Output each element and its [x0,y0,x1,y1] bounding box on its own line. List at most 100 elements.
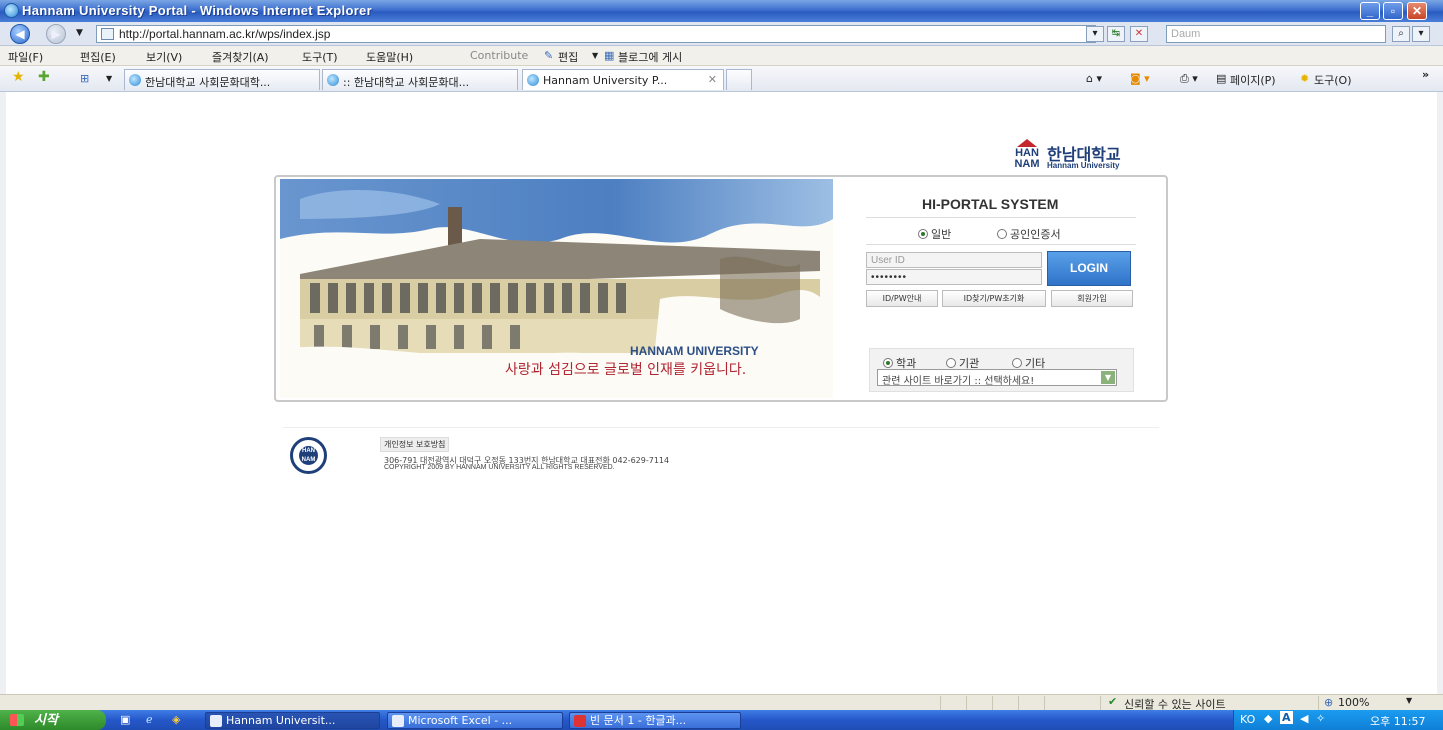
tab-bar: ★ ✚ ⊞ ▼ 한남대학교 사회문화대학... :: 한남대학교 사회문화대..… [0,66,1443,92]
userid-input[interactable]: User ID [866,252,1042,268]
add-favorite-icon[interactable]: ✚ [38,69,50,85]
contribute-edit-button[interactable]: 편집 [558,49,578,65]
tools-gear-icon: ✹ [1300,72,1310,85]
task-excel[interactable]: Microsoft Excel - ... [387,712,563,729]
blog-post-button[interactable]: 블로그에 게시 [618,49,682,65]
check-icon: ✔ [1108,695,1118,708]
ie-quicklaunch-icon[interactable]: ℯ [146,713,153,726]
start-button[interactable]: 시작 [0,710,106,730]
rss-icon[interactable]: ◙ ▾ [1130,72,1150,85]
window-titlebar: Hannam University Portal - Windows Inter… [0,0,1443,22]
banner-university-name: HANNAM UNIVERSITY [630,344,759,358]
tab-1[interactable]: 한남대학교 사회문화대학... [124,69,320,90]
taskbar: 시작 ▣ ℯ ◈ Hannam Universit... Microsoft E… [0,710,1443,730]
radio-checked-icon [883,358,893,368]
tab-2[interactable]: :: 한남대학교 사회문화대... [322,69,518,90]
search-placeholder: Daum [1171,28,1201,40]
related-sites-select[interactable]: 관련 사이트 바로가기 :: 선택하세요! ▼ [877,369,1117,387]
history-dropdown-icon[interactable]: ▼ [76,28,83,38]
radio-divider [866,244,1136,245]
menu-view[interactable]: 보기(V) [146,49,182,65]
search-options-icon[interactable]: ▾ [1412,26,1430,42]
network-icon[interactable]: ✧ [1316,712,1325,725]
tab-close-icon[interactable]: ✕ [708,73,717,86]
find-id-reset-pw-button[interactable]: ID찾기/PW초기화 [942,290,1046,307]
window-title: Hannam University Portal - Windows Inter… [22,3,372,18]
menu-edit[interactable]: 편집(E) [80,49,116,65]
task-hwp[interactable]: 빈 문서 1 - 한글과... [569,712,741,729]
radio-unchecked-icon [1012,358,1022,368]
edit-dropdown-icon[interactable]: ▼ [592,51,598,60]
radio-checked-icon [918,229,928,239]
forward-button[interactable]: ▶ [46,24,66,44]
address-dropdown-icon[interactable]: ▾ [1086,26,1104,42]
clock: 오후 11:57 [1370,715,1426,728]
favorites-star-icon[interactable]: ★ [12,69,25,85]
id-pw-guide-button[interactable]: ID/PW안내 [866,290,938,307]
show-desktop-icon[interactable]: ▣ [120,713,130,726]
new-tab-button[interactable] [726,69,752,90]
minimize-button[interactable]: _ [1360,2,1380,20]
title-divider [866,217,1136,218]
language-indicator[interactable]: KO [1240,713,1255,726]
menu-tools[interactable]: 도구(T) [302,49,338,65]
ie-icon [129,74,141,86]
tab-label: :: 한남대학교 사회문화대... [343,76,470,89]
hwp-icon [574,715,586,727]
ime-mode-icon[interactable]: A [1280,711,1293,724]
page-menu-icon: ▤ [1216,72,1227,85]
ie-icon [4,3,19,18]
radio-certificate[interactable]: 공인인증서 [997,226,1061,242]
refresh-icon[interactable]: ↹ [1107,26,1125,42]
ime-icon[interactable]: ◆ [1264,712,1272,725]
footer-copyright: COPYRIGHT 2009 BY HANNAM UNIVERSITY ALL … [384,464,615,471]
page-menu[interactable]: 페이지(P) [1230,72,1276,88]
tab-label: Hannam University P... [543,74,668,87]
zoom-dropdown-icon[interactable]: ▼ [1406,696,1412,705]
stop-icon[interactable]: ✕ [1130,26,1148,42]
search-icon[interactable]: ⌕ [1392,26,1410,42]
ie-icon [327,74,339,86]
tab-list-icon[interactable]: ▼ [106,74,112,83]
quick-tabs-icon[interactable]: ⊞ [80,72,89,85]
url-text: http://portal.hannam.ac.kr/wps/index.jsp [119,27,331,41]
chevron-more-icon[interactable]: » [1422,68,1429,81]
tray-app-icon[interactable]: ◀ [1300,712,1308,725]
ie-icon [210,715,222,727]
chevron-down-icon[interactable]: ▼ [1101,371,1115,384]
login-button[interactable]: LOGIN [1047,251,1131,286]
menu-favorites[interactable]: 즐겨찾기(A) [212,49,269,65]
excel-icon [392,715,404,727]
logo-mark: HAN NAM [1013,139,1041,170]
radio-unchecked-icon [997,229,1007,239]
print-icon[interactable]: ⎙ ▾ [1180,72,1198,86]
quicklaunch-icon[interactable]: ◈ [172,713,180,726]
close-button[interactable]: ✕ [1407,2,1427,20]
search-input[interactable]: Daum [1166,25,1386,43]
zoom-level[interactable]: 100% [1338,696,1369,709]
radio-general[interactable]: 일반 [918,226,951,242]
back-button[interactable]: ◀ [10,24,30,44]
university-seal: HAN NAM [290,437,327,474]
tab-3-active[interactable]: Hannam University P... ✕ [522,69,724,90]
menu-bar: 파일(F) 편집(E) 보기(V) 즐겨찾기(A) 도구(T) 도움말(H) C… [0,46,1443,66]
maximize-button[interactable]: ▫ [1383,2,1403,20]
menu-help[interactable]: 도움말(H) [366,49,413,65]
windows-flag-icon [10,714,24,726]
menu-file[interactable]: 파일(F) [8,49,43,65]
privacy-policy-link[interactable]: 개인정보 보호방침 [380,437,450,452]
url-input[interactable]: http://portal.hannam.ac.kr/wps/index.jsp [96,25,1096,43]
logo-subtitle: Hannam University [1047,161,1120,170]
tools-menu[interactable]: 도구(O) [1314,72,1351,88]
status-bar: ✔ 신뢰할 수 있는 사이트 ⊕ 100% ▼ [0,694,1443,711]
join-button[interactable]: 회원가입 [1051,290,1133,307]
contribute-edit-icon: ✎ [544,49,554,62]
portal-title: HI-PORTAL SYSTEM [922,196,1059,212]
task-ie[interactable]: Hannam Universit... [205,712,380,729]
university-logo[interactable]: HAN NAM 한남대학교 Hannam University [1013,139,1153,175]
home-icon[interactable]: ⌂ ▾ [1086,72,1102,85]
tab-label: 한남대학교 사회문화대학... [145,76,271,89]
password-input[interactable]: •••••••• [866,269,1042,285]
contribute-label[interactable]: Contribute [470,49,528,62]
address-toolbar: ◀ ▶ ▼ http://portal.hannam.ac.kr/wps/ind… [0,22,1443,46]
